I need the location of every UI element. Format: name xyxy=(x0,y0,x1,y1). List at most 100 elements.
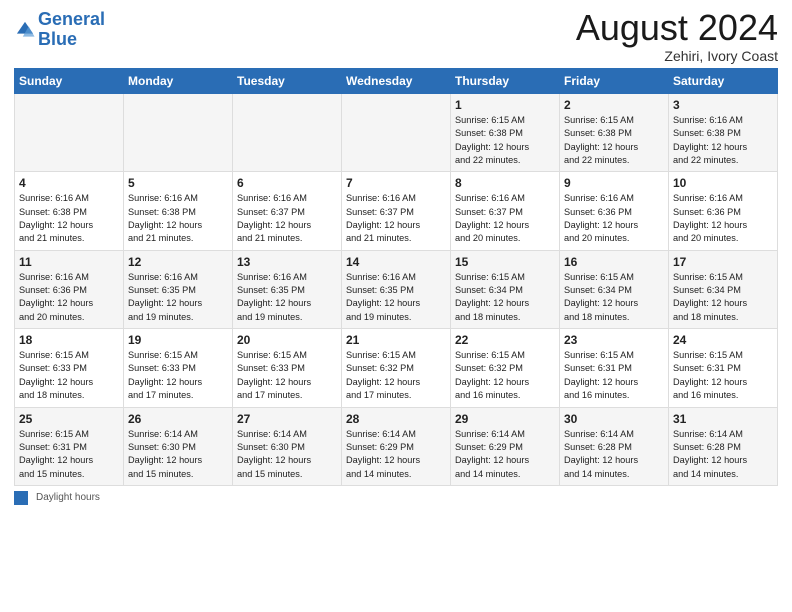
day-info: Sunrise: 6:15 AM Sunset: 6:38 PM Dayligh… xyxy=(564,114,664,167)
day-number: 14 xyxy=(346,255,446,269)
calendar-cell: 19Sunrise: 6:15 AM Sunset: 6:33 PM Dayli… xyxy=(124,329,233,407)
calendar-table: SundayMondayTuesdayWednesdayThursdayFrid… xyxy=(14,68,778,486)
day-number: 5 xyxy=(128,176,228,190)
day-number: 17 xyxy=(673,255,773,269)
day-info: Sunrise: 6:15 AM Sunset: 6:33 PM Dayligh… xyxy=(237,349,337,402)
calendar-cell: 29Sunrise: 6:14 AM Sunset: 6:29 PM Dayli… xyxy=(451,407,560,485)
location: Zehiri, Ivory Coast xyxy=(576,48,778,64)
day-number: 28 xyxy=(346,412,446,426)
day-info: Sunrise: 6:14 AM Sunset: 6:30 PM Dayligh… xyxy=(237,428,337,481)
day-info: Sunrise: 6:16 AM Sunset: 6:38 PM Dayligh… xyxy=(673,114,773,167)
week-row-3: 11 Sunrise: 6:16 AM Sunset: 6:36 PM Dayli… xyxy=(15,250,778,328)
day-info: Sunrise: 6:15 AM Sunset: 6:31 PM Dayligh… xyxy=(673,349,773,402)
day-number: 18 xyxy=(19,333,119,347)
day-number: 2 xyxy=(564,98,664,112)
day-info: Sunrise: 6:16 AM Sunset: 6:37 PM Dayligh… xyxy=(237,192,337,245)
day-number: 29 xyxy=(455,412,555,426)
day-info: Sunrise: 6:15 AM Sunset: 6:31 PM Dayligh… xyxy=(564,349,664,402)
calendar-cell: 10 Sunrise: 6:16 AM Sunset: 6:36 PM Dayli… xyxy=(669,172,778,250)
page-container: GeneralBlue August 2024 Zehiri, Ivory Co… xyxy=(0,0,792,513)
day-info: Sunrise: 6:16 AM Sunset: 6:35 PM Dayligh… xyxy=(128,271,228,324)
day-number: 24 xyxy=(673,333,773,347)
calendar-cell: 31Sunrise: 6:14 AM Sunset: 6:28 PM Dayli… xyxy=(669,407,778,485)
header-row: SundayMondayTuesdayWednesdayThursdayFrid… xyxy=(15,69,778,94)
day-number: 16 xyxy=(564,255,664,269)
day-number: 26 xyxy=(128,412,228,426)
day-info: Sunrise: 6:14 AM Sunset: 6:30 PM Dayligh… xyxy=(128,428,228,481)
calendar-cell xyxy=(124,94,233,172)
day-info: Sunrise: 6:16 AM Sunset: 6:38 PM Dayligh… xyxy=(19,192,119,245)
day-info: Sunrise: 6:14 AM Sunset: 6:28 PM Dayligh… xyxy=(564,428,664,481)
day-number: 8 xyxy=(455,176,555,190)
day-info: Sunrise: 6:15 AM Sunset: 6:38 PM Dayligh… xyxy=(455,114,555,167)
calendar-cell: 22Sunrise: 6:15 AM Sunset: 6:32 PM Dayli… xyxy=(451,329,560,407)
day-number: 19 xyxy=(128,333,228,347)
title-block: August 2024 Zehiri, Ivory Coast xyxy=(576,10,778,64)
day-info: Sunrise: 6:16 AM Sunset: 6:37 PM Dayligh… xyxy=(346,192,446,245)
col-header-thursday: Thursday xyxy=(451,69,560,94)
calendar-cell xyxy=(15,94,124,172)
day-number: 1 xyxy=(455,98,555,112)
calendar-cell: 25 Sunrise: 6:15 AM Sunset: 6:31 PM Dayli… xyxy=(15,407,124,485)
day-info: Sunrise: 6:16 AM Sunset: 6:38 PM Dayligh… xyxy=(128,192,228,245)
day-info: Sunrise: 6:15 AM Sunset: 6:33 PM Dayligh… xyxy=(19,349,119,402)
calendar-cell: 21Sunrise: 6:15 AM Sunset: 6:32 PM Dayli… xyxy=(342,329,451,407)
calendar-cell: 24 Sunrise: 6:15 AM Sunset: 6:31 PM Dayli… xyxy=(669,329,778,407)
calendar-cell: 9Sunrise: 6:16 AM Sunset: 6:36 PM Daylig… xyxy=(560,172,669,250)
week-row-4: 18 Sunrise: 6:15 AM Sunset: 6:33 PM Dayli… xyxy=(15,329,778,407)
logo: GeneralBlue xyxy=(14,10,105,50)
calendar-cell: 23 Sunrise: 6:15 AM Sunset: 6:31 PM Dayli… xyxy=(560,329,669,407)
day-number: 7 xyxy=(346,176,446,190)
day-number: 11 xyxy=(19,255,119,269)
day-number: 15 xyxy=(455,255,555,269)
col-header-saturday: Saturday xyxy=(669,69,778,94)
day-info: Sunrise: 6:14 AM Sunset: 6:29 PM Dayligh… xyxy=(346,428,446,481)
calendar-cell: 30 Sunrise: 6:14 AM Sunset: 6:28 PM Dayli… xyxy=(560,407,669,485)
calendar-cell: 16 Sunrise: 6:15 AM Sunset: 6:34 PM Dayli… xyxy=(560,250,669,328)
footer: Daylight hours xyxy=(14,491,778,505)
month-year: August 2024 xyxy=(576,10,778,46)
daylight-color-box xyxy=(14,491,28,505)
day-number: 20 xyxy=(237,333,337,347)
calendar-cell: 2 Sunrise: 6:15 AM Sunset: 6:38 PM Daylig… xyxy=(560,94,669,172)
calendar-cell: 13Sunrise: 6:16 AM Sunset: 6:35 PM Dayli… xyxy=(233,250,342,328)
calendar-cell: 3Sunrise: 6:16 AM Sunset: 6:38 PM Daylig… xyxy=(669,94,778,172)
day-info: Sunrise: 6:16 AM Sunset: 6:37 PM Dayligh… xyxy=(455,192,555,245)
calendar-cell: 14 Sunrise: 6:16 AM Sunset: 6:35 PM Dayli… xyxy=(342,250,451,328)
day-number: 25 xyxy=(19,412,119,426)
calendar-cell: 20 Sunrise: 6:15 AM Sunset: 6:33 PM Dayli… xyxy=(233,329,342,407)
day-number: 31 xyxy=(673,412,773,426)
header: GeneralBlue August 2024 Zehiri, Ivory Co… xyxy=(14,10,778,64)
day-number: 10 xyxy=(673,176,773,190)
day-info: Sunrise: 6:16 AM Sunset: 6:35 PM Dayligh… xyxy=(346,271,446,324)
calendar-cell: 27 Sunrise: 6:14 AM Sunset: 6:30 PM Dayli… xyxy=(233,407,342,485)
calendar-cell: 4 Sunrise: 6:16 AM Sunset: 6:38 PM Daylig… xyxy=(15,172,124,250)
day-info: Sunrise: 6:15 AM Sunset: 6:34 PM Dayligh… xyxy=(673,271,773,324)
col-header-friday: Friday xyxy=(560,69,669,94)
calendar-cell: 7 Sunrise: 6:16 AM Sunset: 6:37 PM Daylig… xyxy=(342,172,451,250)
calendar-cell: 15 Sunrise: 6:15 AM Sunset: 6:34 PM Dayli… xyxy=(451,250,560,328)
calendar-cell: 8 Sunrise: 6:16 AM Sunset: 6:37 PM Daylig… xyxy=(451,172,560,250)
day-info: Sunrise: 6:15 AM Sunset: 6:31 PM Dayligh… xyxy=(19,428,119,481)
week-row-1: 1 Sunrise: 6:15 AM Sunset: 6:38 PM Daylig… xyxy=(15,94,778,172)
day-info: Sunrise: 6:15 AM Sunset: 6:34 PM Dayligh… xyxy=(564,271,664,324)
calendar-cell xyxy=(342,94,451,172)
day-number: 27 xyxy=(237,412,337,426)
day-info: Sunrise: 6:16 AM Sunset: 6:36 PM Dayligh… xyxy=(19,271,119,324)
calendar-cell: 18 Sunrise: 6:15 AM Sunset: 6:33 PM Dayli… xyxy=(15,329,124,407)
calendar-cell: 26 Sunrise: 6:14 AM Sunset: 6:30 PM Dayli… xyxy=(124,407,233,485)
day-number: 30 xyxy=(564,412,664,426)
day-info: Sunrise: 6:15 AM Sunset: 6:32 PM Dayligh… xyxy=(455,349,555,402)
calendar-cell: 5 Sunrise: 6:16 AM Sunset: 6:38 PM Daylig… xyxy=(124,172,233,250)
day-number: 23 xyxy=(564,333,664,347)
day-info: Sunrise: 6:15 AM Sunset: 6:34 PM Dayligh… xyxy=(455,271,555,324)
calendar-cell: 28 Sunrise: 6:14 AM Sunset: 6:29 PM Dayli… xyxy=(342,407,451,485)
calendar-cell xyxy=(233,94,342,172)
col-header-wednesday: Wednesday xyxy=(342,69,451,94)
day-info: Sunrise: 6:16 AM Sunset: 6:36 PM Dayligh… xyxy=(673,192,773,245)
day-number: 4 xyxy=(19,176,119,190)
col-header-monday: Monday xyxy=(124,69,233,94)
day-number: 21 xyxy=(346,333,446,347)
col-header-tuesday: Tuesday xyxy=(233,69,342,94)
day-number: 6 xyxy=(237,176,337,190)
